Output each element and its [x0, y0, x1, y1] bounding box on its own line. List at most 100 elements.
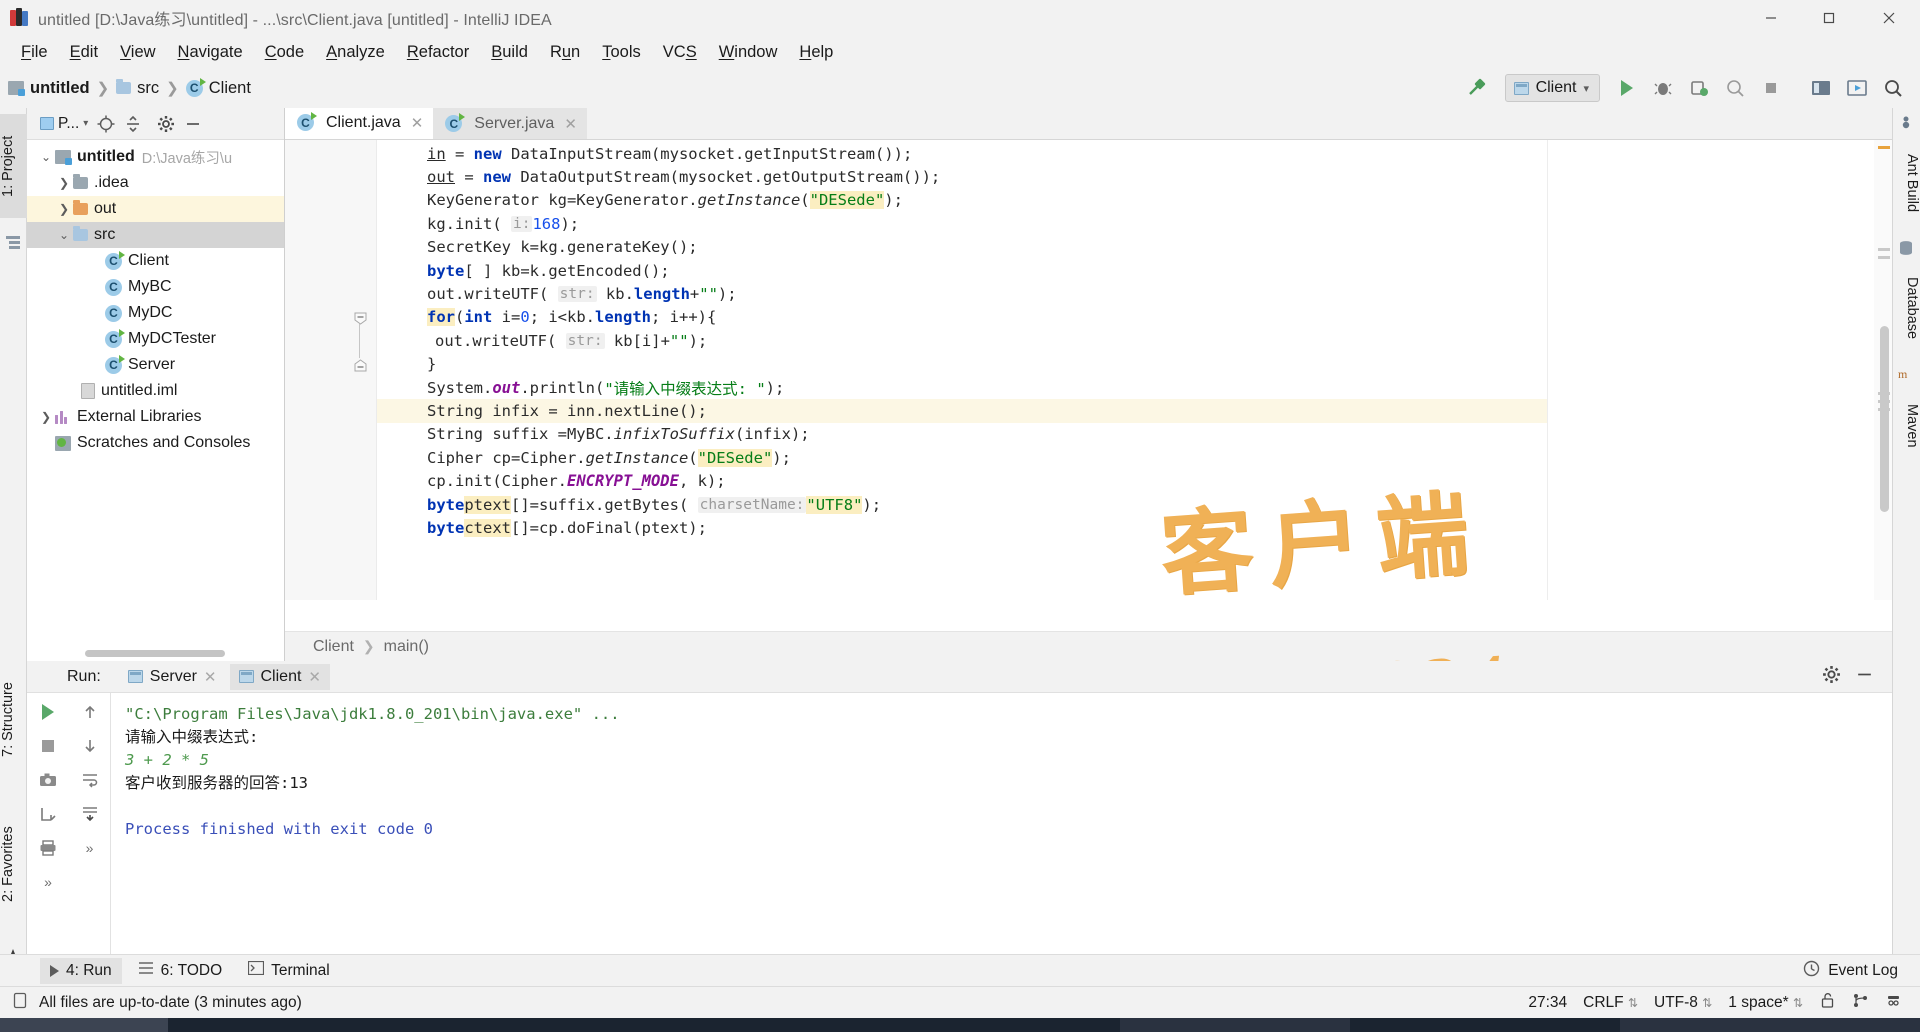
chevron-right-icon[interactable]: ❯ — [55, 202, 73, 216]
menu-refactor[interactable]: Refactor — [396, 40, 480, 65]
menu-tools[interactable]: Tools — [591, 40, 652, 65]
rerun-icon[interactable] — [35, 701, 61, 723]
tree-item-untitled[interactable]: ⌄ untitled D:\Java练习\u — [27, 144, 284, 170]
profile-icon[interactable] — [1718, 72, 1752, 104]
tool-tab-project[interactable]: 1: Project — [0, 114, 27, 218]
code-fold-collapse-icon[interactable] — [353, 311, 367, 325]
collapse-all-icon[interactable] — [121, 112, 145, 136]
close-icon[interactable]: ✕ — [308, 668, 321, 686]
close-icon[interactable]: ✕ — [411, 114, 424, 132]
tool-tab-ant-build[interactable]: Ant Build — [1892, 136, 1920, 230]
print-icon[interactable] — [35, 837, 61, 859]
close-button[interactable] — [1858, 0, 1920, 36]
tree-item-mydc[interactable]: C MyDC — [27, 300, 284, 326]
stripe-mark-warning[interactable] — [1878, 146, 1890, 149]
console-output[interactable]: "C:\Program Files\Java\jdk1.8.0_201\bin\… — [111, 693, 1892, 954]
menu-view[interactable]: View — [109, 40, 166, 65]
export-icon[interactable] — [35, 803, 61, 825]
tree-item-client[interactable]: C Client — [27, 248, 284, 274]
stripe-mark[interactable] — [1878, 248, 1890, 251]
maximize-button[interactable] — [1800, 0, 1858, 36]
run-icon[interactable] — [1610, 72, 1644, 104]
search-everywhere-icon[interactable] — [1876, 72, 1910, 104]
run-configuration-selector[interactable]: Client ▾ — [1504, 74, 1600, 102]
close-icon[interactable]: ✕ — [564, 115, 577, 133]
menu-vcs[interactable]: VCS — [652, 40, 708, 65]
chevron-right-icon[interactable]: ❯ — [37, 410, 55, 424]
tree-item-mybc[interactable]: C MyBC — [27, 274, 284, 300]
tool-tab-maven[interactable]: Maven — [1892, 390, 1920, 462]
chevron-down-icon[interactable]: ⌄ — [55, 228, 73, 242]
code-editor[interactable]: 16 17 18 19 20 21 22 23 24 25 26 27 28 2… — [285, 140, 1892, 600]
tool-tab-favorites[interactable]: 2: Favorites — [0, 798, 27, 930]
more-icon[interactable]: » — [35, 871, 61, 893]
stripe-mark[interactable] — [1878, 256, 1890, 259]
tool-tab-structure[interactable]: 7: Structure — [0, 656, 27, 784]
stop-icon[interactable] — [1754, 72, 1788, 104]
editor-tab-client-java[interactable]: C Client.java ✕ — [285, 108, 434, 139]
layout-icon[interactable] — [1804, 72, 1838, 104]
breadcrumb-method[interactable]: main() — [384, 638, 429, 656]
hide-panel-icon[interactable] — [1855, 665, 1874, 689]
menu-window[interactable]: Window — [708, 40, 789, 65]
more-icon[interactable]: » — [77, 837, 103, 859]
bottom-tab-todo[interactable]: 6: TODO — [128, 957, 232, 984]
lock-icon[interactable] — [1819, 992, 1836, 1014]
gear-icon[interactable] — [1822, 665, 1841, 689]
tool-tab-database[interactable]: Database — [1892, 262, 1920, 354]
code-fold-end-icon[interactable] — [353, 358, 367, 372]
hide-panel-icon[interactable] — [181, 112, 205, 136]
tree-item-server[interactable]: C Server — [27, 352, 284, 378]
project-horizontal-scrollbar[interactable] — [85, 650, 225, 657]
breadcrumb-untitled[interactable]: untitled — [8, 79, 90, 98]
soft-wrap-icon[interactable] — [77, 769, 103, 791]
debug-icon[interactable] — [1646, 72, 1680, 104]
project-view-tab[interactable]: P... ▾ — [37, 113, 91, 135]
run-tab-client[interactable]: Client ✕ — [229, 663, 330, 690]
tree-item-external-libraries[interactable]: ❯ External Libraries — [27, 404, 284, 430]
file-encoding[interactable]: UTF-8 ⇅ — [1654, 994, 1712, 1012]
tree-item-scratches[interactable]: Scratches and Consoles — [27, 430, 284, 456]
tree-item-mydctester[interactable]: C MyDCTester — [27, 326, 284, 352]
bottom-tab-run[interactable]: 4: Run — [40, 957, 122, 984]
breadcrumb-src[interactable]: src — [116, 79, 159, 98]
tree-item-src[interactable]: ⌄ src — [27, 222, 284, 248]
camera-icon[interactable] — [35, 769, 61, 791]
editor-vertical-scrollbar[interactable] — [1880, 326, 1889, 512]
tree-item-untitled-iml[interactable]: untitled.iml — [27, 378, 284, 404]
breadcrumb-client[interactable]: C Client — [185, 77, 251, 98]
menu-code[interactable]: Code — [254, 40, 315, 65]
inspector-icon[interactable] — [1885, 992, 1902, 1014]
git-branch-icon[interactable] — [1852, 992, 1869, 1014]
tree-item-idea[interactable]: ❯ .idea — [27, 170, 284, 196]
menu-help[interactable]: Help — [788, 40, 844, 65]
menu-run[interactable]: Run — [539, 40, 591, 65]
chevron-down-icon[interactable]: ⌄ — [37, 150, 55, 164]
gear-icon[interactable] — [154, 112, 178, 136]
menu-edit[interactable]: Edit — [59, 40, 109, 65]
breadcrumb-class[interactable]: Client — [313, 638, 354, 656]
chevron-right-icon[interactable]: ❯ — [55, 176, 73, 190]
run-with-coverage-icon[interactable] — [1682, 72, 1716, 104]
menu-file[interactable]: File — [10, 40, 59, 65]
build-hammer-icon[interactable] — [1459, 72, 1493, 104]
menu-build[interactable]: Build — [480, 40, 539, 65]
updates-icon[interactable] — [1840, 72, 1874, 104]
indent-setting[interactable]: 1 space* ⇅ — [1728, 994, 1803, 1012]
caret-position[interactable]: 27:34 — [1528, 994, 1567, 1012]
event-log-button[interactable]: Event Log — [1803, 960, 1920, 982]
editor-tab-server-java[interactable]: C Server.java ✕ — [433, 108, 587, 139]
close-icon[interactable]: ✕ — [204, 668, 217, 686]
stop-icon[interactable] — [35, 735, 61, 757]
bottom-tab-terminal[interactable]: Terminal — [238, 957, 340, 984]
down-icon[interactable] — [77, 735, 103, 757]
menu-analyze[interactable]: Analyze — [315, 40, 396, 65]
up-icon[interactable] — [77, 701, 103, 723]
run-tab-server[interactable]: Server ✕ — [119, 664, 226, 690]
tree-item-out[interactable]: ❯ out — [27, 196, 284, 222]
menu-navigate[interactable]: Navigate — [167, 40, 254, 65]
locate-icon[interactable] — [94, 112, 118, 136]
scroll-to-end-icon[interactable] — [77, 803, 103, 825]
line-separator[interactable]: CRLF ⇅ — [1583, 994, 1638, 1012]
minimize-button[interactable] — [1742, 0, 1800, 36]
